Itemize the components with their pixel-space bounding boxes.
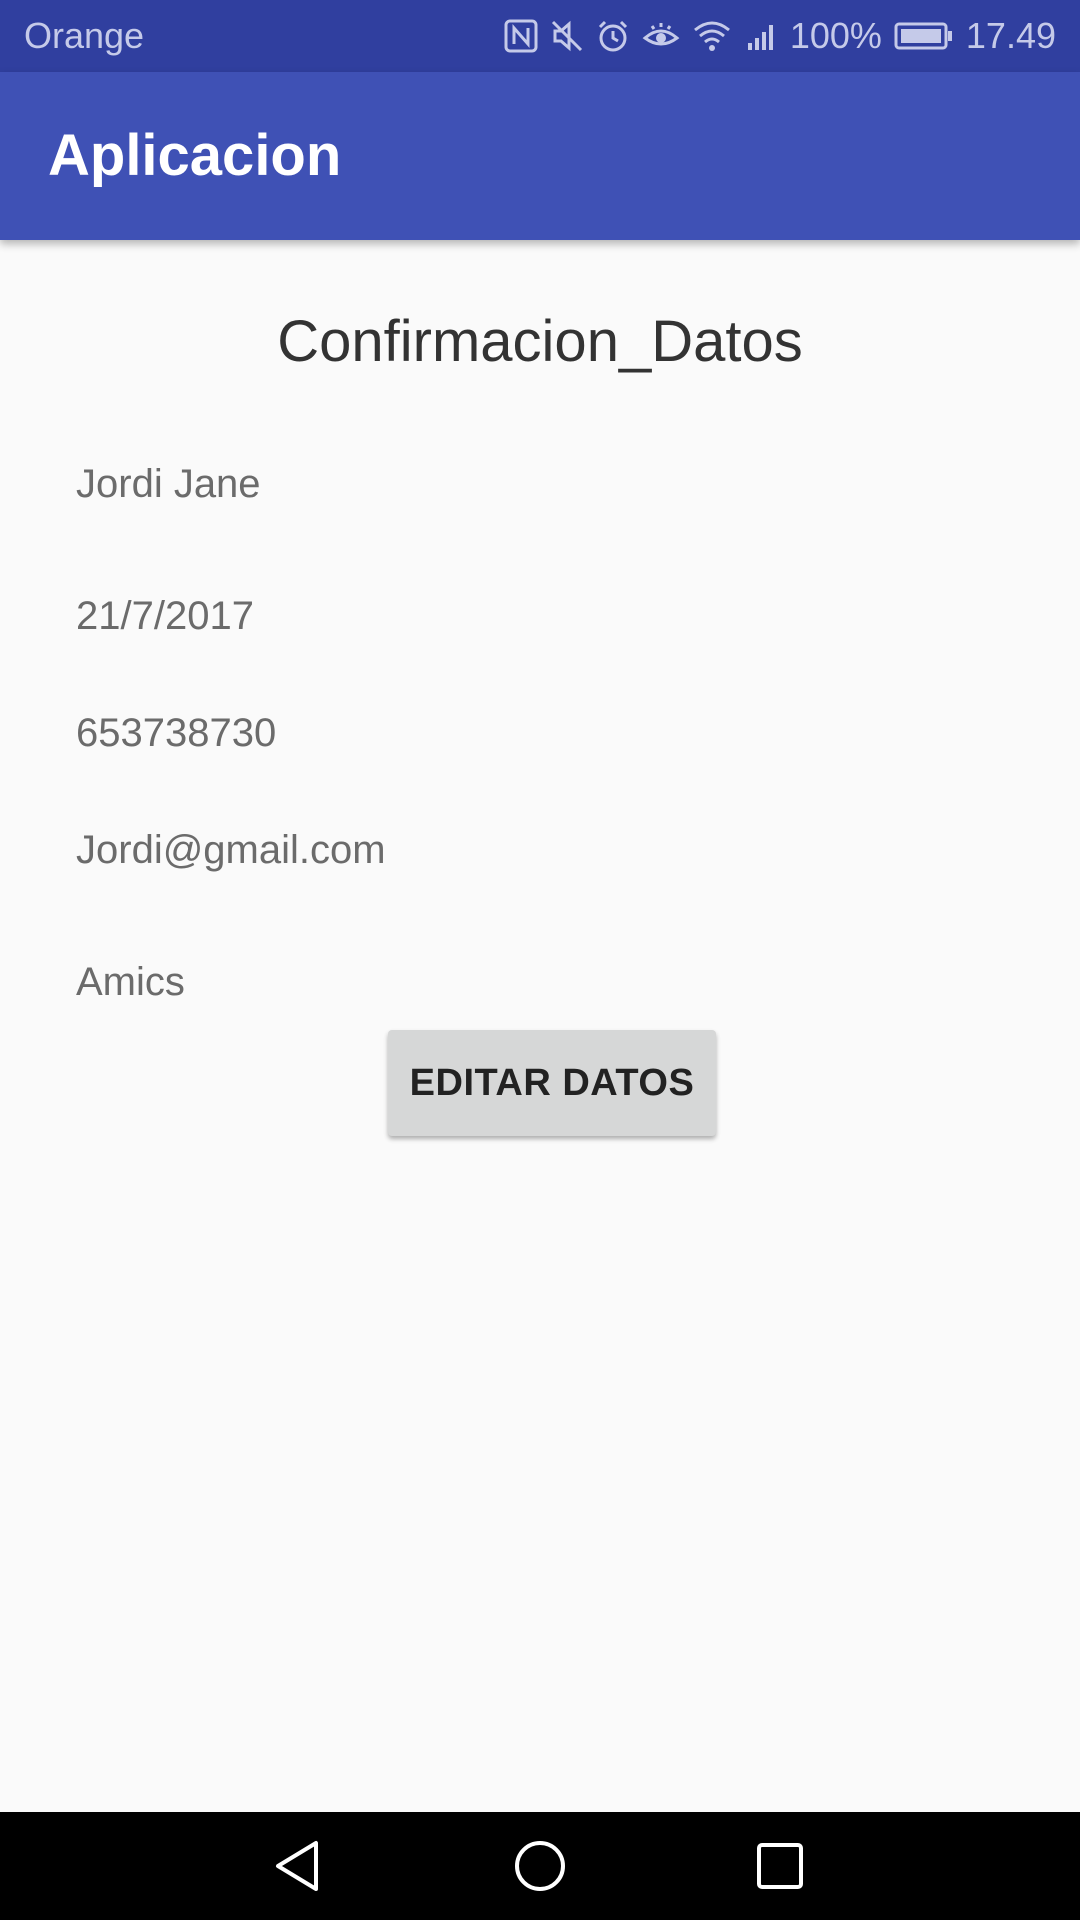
mute-icon	[550, 19, 584, 53]
confirmation-content: Confirmacion_Datos Jordi Jane 21/7/2017 …	[0, 240, 1080, 1812]
recents-icon[interactable]	[750, 1836, 810, 1896]
nfc-icon	[504, 19, 538, 53]
description-value: Amics	[76, 960, 185, 1004]
name-value: Jordi Jane	[76, 462, 261, 506]
screen-heading: Confirmacion_Datos	[277, 309, 803, 374]
clock: 17.49	[965, 15, 1056, 56]
signal-icon	[744, 19, 778, 53]
navigation-bar	[0, 1812, 1080, 1920]
alarm-icon	[596, 19, 630, 53]
battery-icon	[894, 21, 954, 51]
phone-value: 653738730	[76, 711, 277, 755]
home-icon[interactable]	[510, 1836, 570, 1896]
wifi-icon	[692, 19, 732, 53]
status-icons: 100% 17.49	[504, 0, 1056, 72]
status-bar: Orange 100% 17.49	[0, 0, 1080, 72]
app-title: Aplicacion	[48, 123, 342, 188]
edit-data-button[interactable]: EDITAR DATOS	[388, 1030, 716, 1136]
email-value: Jordi@gmail.com	[76, 828, 386, 872]
app-bar: Aplicacion	[0, 72, 1080, 240]
eye-comfort-icon	[642, 19, 680, 53]
battery-percent: 100%	[789, 15, 882, 56]
date-value: 21/7/2017	[76, 594, 254, 638]
carrier-name: Orange	[24, 15, 145, 56]
back-icon[interactable]	[270, 1836, 330, 1896]
